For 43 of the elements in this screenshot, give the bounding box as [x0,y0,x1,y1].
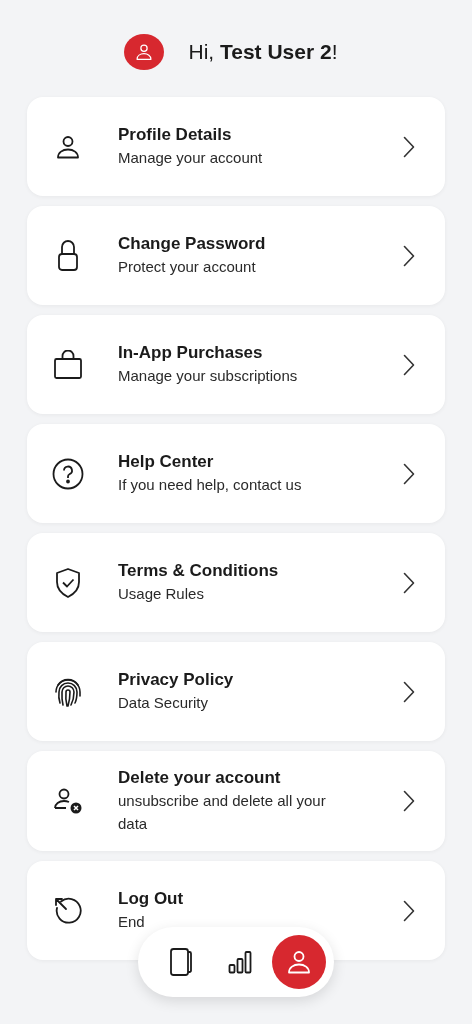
menu-subtitle: End [118,912,146,932]
shopping-bag-icon [53,349,83,380]
menu-card[interactable]: Delete your account unsubscribe and delete all your data [27,751,445,851]
chevron-right-icon [403,353,415,376]
shield-check-icon [54,566,82,599]
menu-title: Log Out [118,888,185,910]
person-icon [286,949,312,975]
chevron-right-icon [403,680,415,703]
menu-subtitle: Manage your subscriptions [118,366,299,386]
menu-title: Privacy Policy [118,669,235,691]
chevron-right-icon [403,899,415,922]
menu-subtitle: unsubscribe and delete all your data [118,791,327,834]
menu-title: Profile Details [118,124,233,146]
help-icon [52,457,84,490]
menu-subtitle: Data Security [118,693,210,713]
menu-title: Change Password [118,233,267,255]
menu-card[interactable]: In-App Purchases Manage your subscriptions [27,315,445,414]
menu-subtitle: Protect your account [118,257,257,277]
menu-card[interactable]: Profile Details Manage your account [27,97,445,196]
menu-card[interactable]: Terms & Conditions Usage Rules [27,533,445,632]
menu-card[interactable]: Change Password Protect your account [27,206,445,305]
document-icon [169,947,193,977]
menu-subtitle: Usage Rules [118,584,205,604]
menu-title: Terms & Conditions [118,560,280,582]
chevron-right-icon [403,462,415,485]
person-icon [135,43,154,61]
chevron-right-icon [403,790,415,812]
bar-chart-icon [228,950,252,974]
remove-user-icon [53,787,83,815]
chevron-right-icon [403,135,415,158]
greeting: Hi, Test User 2! [188,40,338,64]
lock-icon [57,239,79,272]
chevron-right-icon [403,571,415,594]
menu-title: In-App Purchases [118,342,264,364]
chevron-right-icon [403,244,415,267]
menu-card[interactable]: Privacy Policy Data Security [27,642,445,741]
person-icon [55,133,81,160]
menu-card[interactable]: Help Center If you need help, contact us [27,424,445,523]
history-icon [53,895,83,926]
menu-subtitle: If you need help, contact us [118,475,303,495]
menu-subtitle: Manage your account [118,148,264,168]
menu-title: Delete your account [118,767,282,789]
menu-title: Help Center [118,451,215,473]
